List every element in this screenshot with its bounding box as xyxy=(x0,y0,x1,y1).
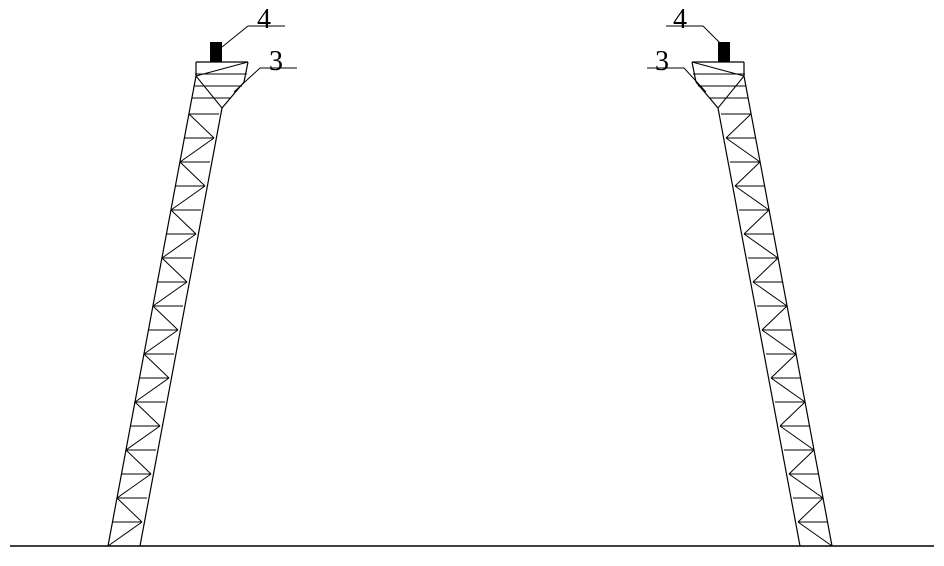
label-right-4: 4 xyxy=(673,4,687,36)
right-tower xyxy=(692,42,832,546)
right-tower-head xyxy=(692,62,748,108)
label-left-3: 3 xyxy=(269,46,283,78)
label-right-3: 3 xyxy=(655,46,669,78)
left-tower-top-block xyxy=(210,42,222,62)
right-tower-bracing xyxy=(721,114,832,546)
diagram-canvas xyxy=(0,0,944,566)
left-tower xyxy=(108,42,248,546)
left-tower-head xyxy=(192,62,248,108)
left-tower-bracing xyxy=(108,114,219,546)
right-tower-top-block xyxy=(718,42,730,62)
label-left-4: 4 xyxy=(257,4,271,36)
